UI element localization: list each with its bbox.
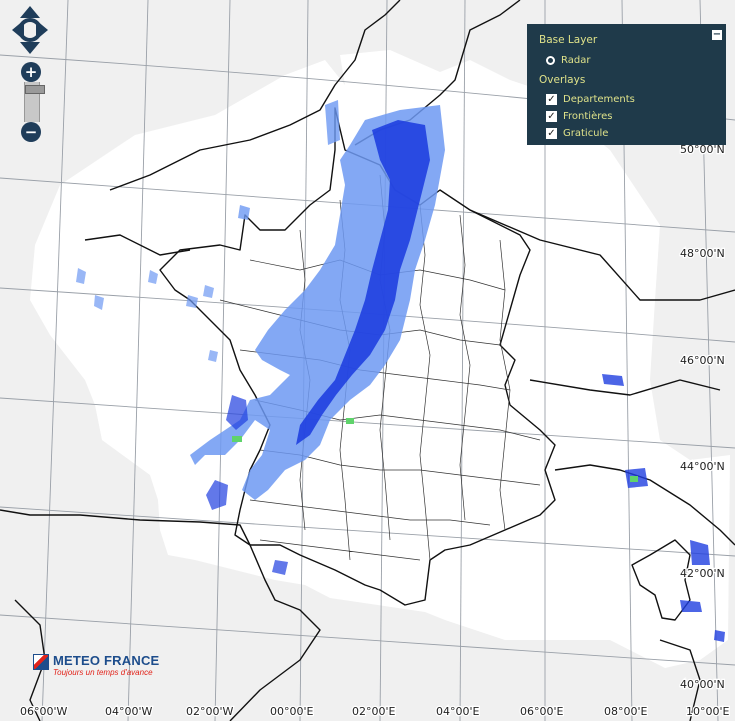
lon-label-06w: 06°00'W xyxy=(20,705,68,718)
meteo-france-logo: METEO FRANCE Toujours un temps d'avance xyxy=(33,654,159,678)
base-layer-title: Base Layer xyxy=(539,34,598,46)
pan-up-icon[interactable] xyxy=(20,6,40,18)
layer-switcher: − Base Layer Radar Overlays ✓ Departemen… xyxy=(527,24,726,145)
lon-label-10e: 10°00'E xyxy=(686,705,730,718)
overlay-departements[interactable]: ✓ Departements xyxy=(546,94,635,105)
checkbox-checked-icon[interactable]: ✓ xyxy=(546,128,557,139)
longitude-labels: 06°00'W 04°00'W 02°00'W 00°00'E 02°00'E … xyxy=(19,704,731,720)
overlay-frontieres-label: Frontières xyxy=(563,111,613,122)
lon-label-06e: 06°00'E xyxy=(520,705,564,718)
lon-label-04e: 04°00'E xyxy=(436,705,480,718)
overlay-graticule[interactable]: ✓ Graticule xyxy=(546,128,608,139)
lon-label-02e: 02°00'E xyxy=(352,705,396,718)
lat-label-42n: 42°00'N xyxy=(680,567,725,580)
overlay-departements-label: Departements xyxy=(563,94,635,105)
overlays-title: Overlays xyxy=(539,74,586,86)
radio-selected-icon[interactable] xyxy=(546,56,555,65)
lat-label-40n: 40°00'N xyxy=(680,678,725,691)
base-layer-radar-label: Radar xyxy=(561,55,591,66)
lat-label-46n: 46°00'N xyxy=(680,354,725,367)
base-layer-radar[interactable]: Radar xyxy=(546,55,590,66)
overlay-graticule-label: Graticule xyxy=(563,128,609,139)
checkbox-checked-icon[interactable]: ✓ xyxy=(546,111,557,122)
lat-label-48n: 48°00'N xyxy=(680,247,725,260)
zoom-control[interactable]: + − xyxy=(21,62,45,142)
lon-label-02w: 02°00'W xyxy=(186,705,234,718)
lat-label-44n: 44°00'N xyxy=(680,460,725,473)
zoom-slider-handle[interactable] xyxy=(25,85,45,95)
logo-tagline: Toujours un temps d'avance xyxy=(53,668,153,677)
lon-label-04w: 04°00'W xyxy=(105,705,153,718)
zoom-in-button[interactable]: + xyxy=(21,62,41,82)
lon-label-08e: 08°00'E xyxy=(604,705,648,718)
lon-label-00e: 00°00'E xyxy=(270,705,314,718)
pan-down-icon[interactable] xyxy=(20,42,40,54)
pan-control[interactable] xyxy=(10,4,50,56)
meteo-france-logo-icon xyxy=(33,654,49,670)
layer-switcher-minimize-button[interactable]: − xyxy=(711,29,723,41)
zoom-out-button[interactable]: − xyxy=(21,122,41,142)
checkbox-checked-icon[interactable]: ✓ xyxy=(546,94,557,105)
zoom-bar[interactable] xyxy=(24,82,45,122)
overlay-frontieres[interactable]: ✓ Frontières xyxy=(546,111,612,122)
logo-name: METEO FRANCE xyxy=(53,653,160,668)
